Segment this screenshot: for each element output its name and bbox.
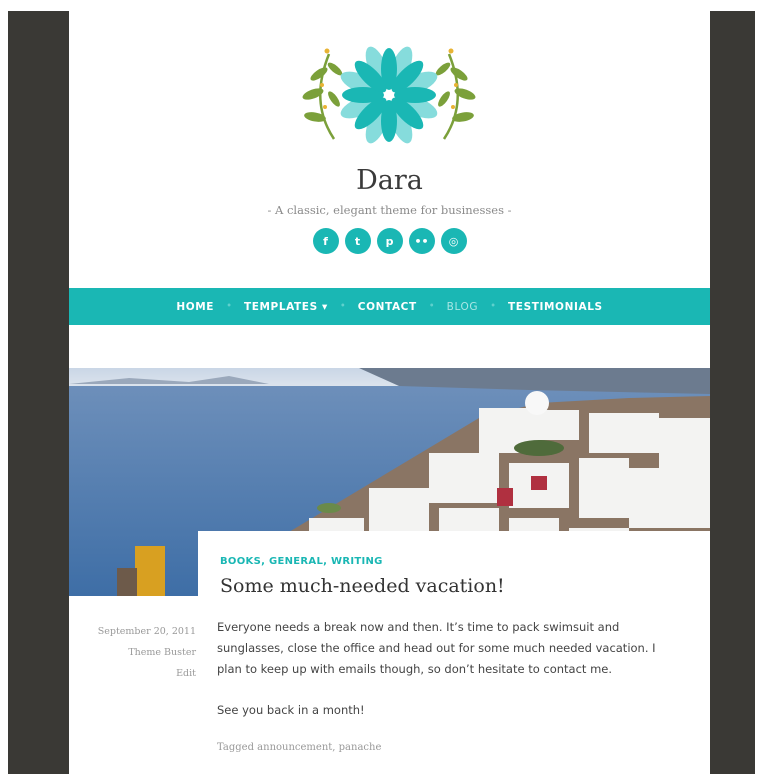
- category-link-general[interactable]: GENERAL: [269, 556, 323, 567]
- social-links: f t p •• ◎: [69, 228, 710, 254]
- page-container: Dara - A classic, elegant theme for busi…: [69, 11, 710, 774]
- nav-contact[interactable]: CONTACT: [350, 301, 425, 313]
- nav-separator: •: [339, 301, 346, 312]
- site-tagline: - A classic, elegant theme for businesse…: [267, 203, 512, 217]
- site-logo-icon[interactable]: [289, 39, 489, 151]
- post-paragraph: Everyone needs a break now and then. It’…: [217, 620, 656, 676]
- post-author[interactable]: Theme Buster: [69, 642, 196, 663]
- post-content: Everyone needs a break now and then. It’…: [217, 617, 677, 741]
- left-laurel-icon: [302, 48, 343, 140]
- post-meta: September 20, 2011 Theme Buster Edit: [69, 621, 196, 684]
- post-paragraph: See you back in a month!: [217, 703, 365, 717]
- instagram-icon[interactable]: ◎: [440, 228, 467, 254]
- nav-testimonials[interactable]: TESTIMONIALS: [500, 301, 611, 313]
- nav-home[interactable]: HOME: [168, 301, 222, 313]
- entry-header-card: [198, 531, 710, 611]
- right-laurel-icon: [435, 48, 476, 140]
- category-link-writing[interactable]: WRITING: [331, 556, 383, 567]
- pinterest-icon[interactable]: p: [376, 228, 403, 254]
- nav-blog[interactable]: BLOG: [439, 301, 486, 313]
- flower-icon: [340, 46, 438, 144]
- edit-link[interactable]: Edit: [69, 663, 196, 684]
- tag-link-panache[interactable]: panache: [339, 742, 382, 753]
- site-title[interactable]: Dara: [69, 165, 710, 196]
- flickr-icon[interactable]: ••: [408, 228, 435, 254]
- nav-templates[interactable]: TEMPLATES ▾: [236, 301, 336, 313]
- nav-separator: •: [490, 301, 497, 312]
- post-tags: Tagged announcement, panache: [217, 742, 382, 753]
- nav-separator: •: [226, 301, 232, 312]
- facebook-icon[interactable]: f: [312, 228, 339, 254]
- tag-link-announcement[interactable]: announcement: [257, 742, 332, 753]
- post-categories: BOOKS, GENERAL, WRITING: [220, 556, 383, 567]
- post-title[interactable]: Some much-needed vacation!: [220, 575, 505, 597]
- category-link-books[interactable]: BOOKS: [220, 556, 261, 567]
- main-navigation: HOME • TEMPLATES ▾ • CONTACT • BLOG • TE…: [69, 288, 710, 325]
- twitter-icon[interactable]: t: [344, 228, 371, 254]
- nav-separator: •: [428, 301, 435, 312]
- tags-label: Tagged: [217, 742, 254, 753]
- post-date[interactable]: September 20, 2011: [69, 621, 196, 642]
